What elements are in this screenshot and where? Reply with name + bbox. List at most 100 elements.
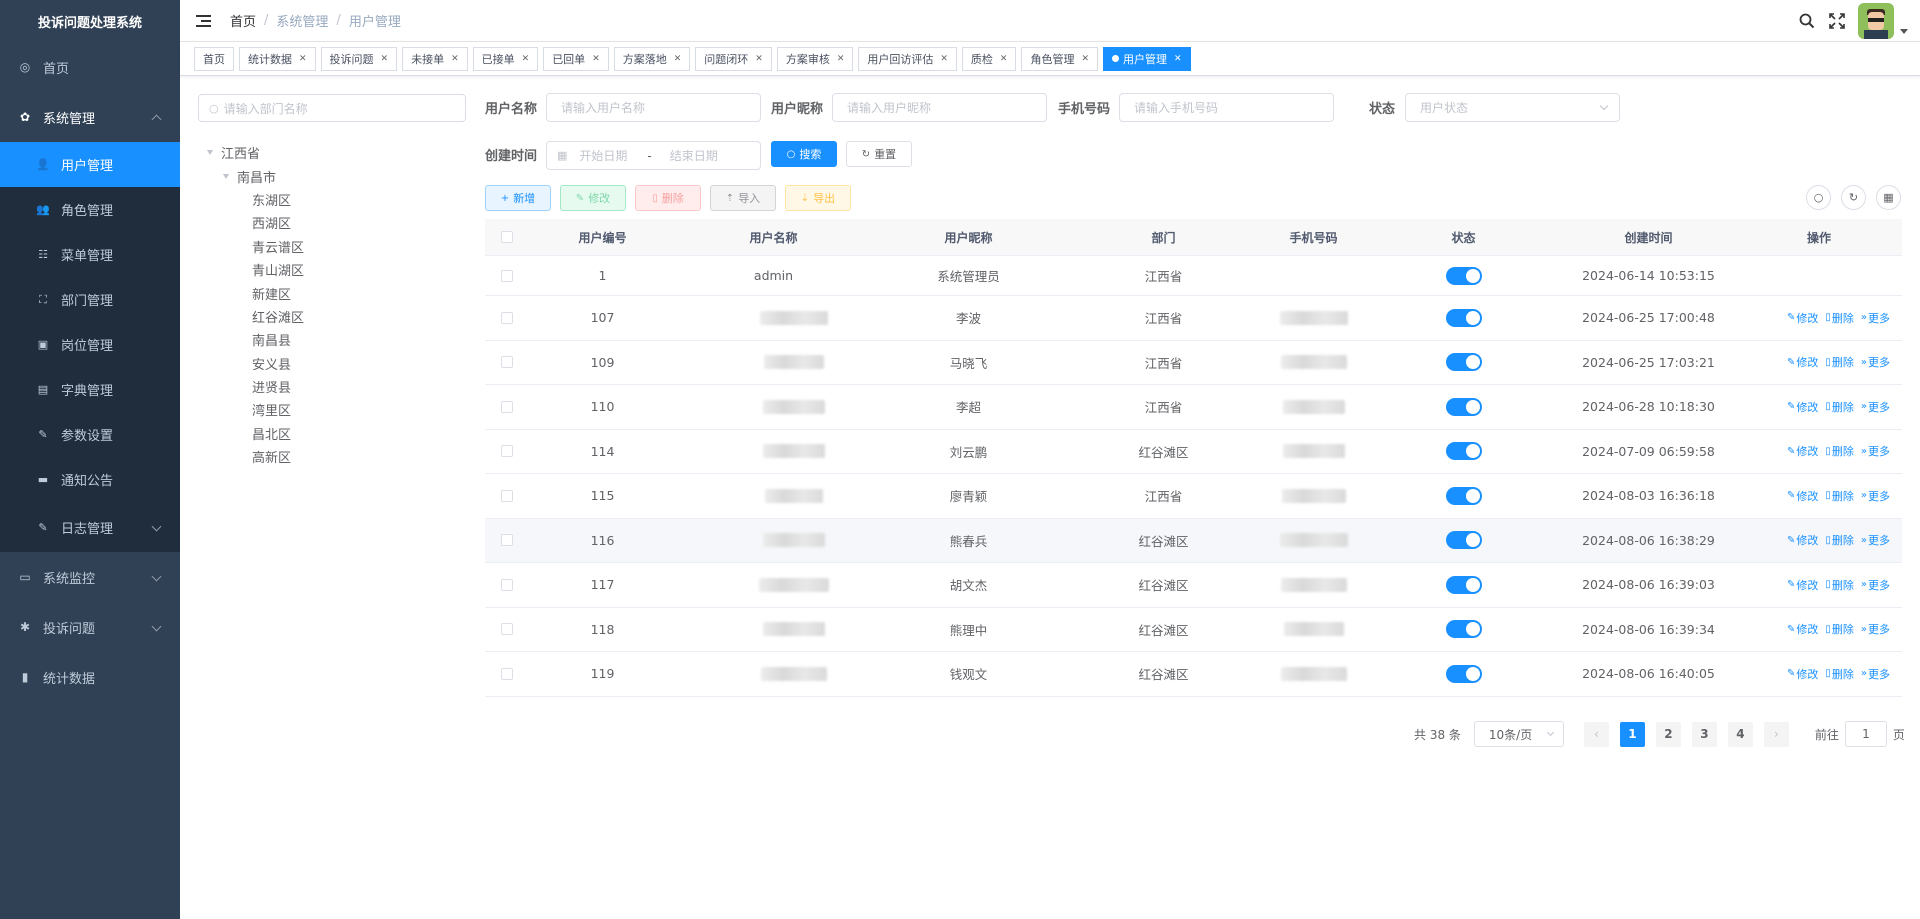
close-icon[interactable]: ✕ <box>381 54 389 64</box>
row-more-link[interactable]: » 更多 <box>1861 621 1890 637</box>
hamburger-icon[interactable] <box>196 14 211 27</box>
status-toggle[interactable] <box>1445 397 1482 416</box>
tab-2[interactable]: 投诉问题 ✕ <box>320 46 398 71</box>
checkbox-box[interactable] <box>501 578 513 591</box>
close-icon[interactable]: ✕ <box>837 54 845 64</box>
table-row[interactable]: 116 熊春兵 红谷滩区 2024-08-06 16:38:29 ✎ 修改 ▯ 删除 » 更多 <box>485 518 1902 563</box>
row-delete-link[interactable]: ▯ 删除 <box>1825 354 1854 370</box>
close-icon[interactable]: ✕ <box>1000 54 1008 64</box>
sidebar-item-1[interactable]: 👥 角色管理 <box>0 187 180 232</box>
tab-7[interactable]: 问题闭环 ✕ <box>695 46 772 71</box>
username-input[interactable]: 请输入用户名称 <box>546 93 761 122</box>
tab-0[interactable]: 首页 <box>194 46 234 71</box>
row-more-link[interactable]: » 更多 <box>1861 354 1890 370</box>
sidebar-item-8[interactable]: ✎ 日志管理 <box>0 502 180 552</box>
sidebar-item-0[interactable]: 👤 用户管理 <box>0 142 180 187</box>
row-edit-link[interactable]: ✎ 修改 <box>1787 310 1818 326</box>
close-icon[interactable]: ✕ <box>755 54 763 64</box>
table-row[interactable]: 107 李波 江西省 2024-06-25 17:00:48 ✎ 修改 ▯ 删除 » 更多 <box>485 296 1902 341</box>
import-button[interactable]: ⇡ 导入 <box>710 185 776 211</box>
table-row[interactable]: 115 廖青颖 江西省 2024-08-03 16:36:18 ✎ 修改 ▯ 删除 » 更多 <box>485 474 1902 519</box>
page-button[interactable]: 1 <box>1619 721 1645 747</box>
goto-input[interactable]: 1 <box>1844 721 1887 747</box>
checkbox-box[interactable] <box>501 269 513 282</box>
table-row[interactable]: 119 钱观文 红谷滩区 2024-08-06 16:40:05 ✎ 修改 ▯ 删除 » 更多 <box>485 652 1902 697</box>
edit-button[interactable]: ✎ 修改 <box>560 185 626 211</box>
table-row[interactable]: 114 刘云鹏 红谷滩区 2024-07-09 06:59:58 ✎ 修改 ▯ 删除 » 更多 <box>485 430 1902 474</box>
tree-node-district[interactable]: 昌北区 <box>204 422 304 445</box>
status-toggle[interactable] <box>1445 486 1482 505</box>
row-more-link[interactable]: » 更多 <box>1861 399 1890 415</box>
tree-node-root[interactable]: 江西省 <box>204 141 304 164</box>
status-toggle[interactable] <box>1445 664 1482 683</box>
add-button[interactable]: + 新增 <box>485 185 551 211</box>
row-edit-link[interactable]: ✎ 修改 <box>1787 621 1818 637</box>
start-date-placeholder[interactable]: 开始日期 <box>579 147 627 164</box>
reset-button[interactable]: ↻ 重置 <box>846 141 912 167</box>
row-more-link[interactable]: » 更多 <box>1861 532 1890 548</box>
tree-node-district[interactable]: 进贤县 <box>204 375 304 398</box>
close-icon[interactable]: ✕ <box>674 54 682 64</box>
sidebar-group-monitor[interactable]: ▭ 系统监控 <box>0 552 180 602</box>
page-button[interactable]: 4 <box>1727 721 1753 747</box>
search-button[interactable]: ○ 搜索 <box>771 141 837 167</box>
avatar[interactable] <box>1858 3 1894 39</box>
close-icon[interactable]: ✕ <box>299 54 307 64</box>
page-button[interactable]: 2 <box>1655 721 1681 747</box>
row-edit-link[interactable]: ✎ 修改 <box>1787 488 1818 504</box>
row-more-link[interactable]: » 更多 <box>1861 443 1890 459</box>
caret-down-icon[interactable] <box>207 150 213 156</box>
tree-node-district[interactable]: 东湖区 <box>204 188 304 211</box>
caret-down-icon[interactable] <box>1900 28 1908 34</box>
status-toggle[interactable] <box>1445 266 1482 285</box>
row-checkbox[interactable] <box>485 400 529 413</box>
row-edit-link[interactable]: ✎ 修改 <box>1787 666 1818 682</box>
dept-search-input[interactable]: ○ 请输入部门名称 <box>198 94 466 122</box>
table-row[interactable]: 118 熊理中 红谷滩区 2024-08-06 16:39:34 ✎ 修改 ▯ 删除 » 更多 <box>485 608 1902 652</box>
row-more-link[interactable]: » 更多 <box>1861 310 1890 326</box>
row-edit-link[interactable]: ✎ 修改 <box>1787 399 1818 415</box>
caret-down-icon[interactable] <box>223 173 229 179</box>
row-checkbox[interactable] <box>485 489 529 502</box>
end-date-placeholder[interactable]: 结束日期 <box>670 147 718 164</box>
prev-page-icon[interactable]: ‹ <box>1583 721 1609 747</box>
tree-node-district[interactable]: 红谷滩区 <box>204 305 304 328</box>
status-toggle[interactable] <box>1445 575 1482 594</box>
sidebar-group-system[interactable]: ✿ 系统管理 <box>0 92 180 142</box>
tab-6[interactable]: 方案落地 ✕ <box>613 46 691 71</box>
row-delete-link[interactable]: ▯ 删除 <box>1825 443 1854 459</box>
row-edit-link[interactable]: ✎ 修改 <box>1787 577 1818 593</box>
sidebar-item-stats[interactable]: ▮ 统计数据 <box>0 652 180 702</box>
tab-11[interactable]: 角色管理 ✕ <box>1021 46 1099 71</box>
row-edit-link[interactable]: ✎ 修改 <box>1787 532 1818 548</box>
page-button[interactable]: 3 <box>1691 721 1717 747</box>
close-icon[interactable]: ✕ <box>522 54 530 64</box>
table-row[interactable]: 1 admin 系统管理员 江西省 2024-06-14 10:53:15 <box>485 256 1902 296</box>
tab-10[interactable]: 质检 ✕ <box>961 46 1017 71</box>
row-delete-link[interactable]: ▯ 删除 <box>1825 310 1854 326</box>
sidebar-item-6[interactable]: ✎ 参数设置 <box>0 412 180 457</box>
row-more-link[interactable]: » 更多 <box>1861 577 1890 593</box>
tab-4[interactable]: 已接单 ✕ <box>472 46 539 71</box>
sidebar-item-home[interactable]: ◎ 首页 <box>0 42 180 92</box>
tab-8[interactable]: 方案审核 ✕ <box>776 46 854 71</box>
row-delete-link[interactable]: ▯ 删除 <box>1825 621 1854 637</box>
sidebar-item-4[interactable]: ▣ 岗位管理 <box>0 322 180 367</box>
tab-5[interactable]: 已回单 ✕ <box>543 46 609 71</box>
nickname-input[interactable]: 请输入用户昵称 <box>832 93 1047 122</box>
row-delete-link[interactable]: ▯ 删除 <box>1825 666 1854 682</box>
checkbox-box[interactable] <box>501 311 513 324</box>
sidebar-item-5[interactable]: ▤ 字典管理 <box>0 367 180 412</box>
refresh-icon[interactable]: ↻ <box>1841 185 1866 210</box>
checkbox-box[interactable] <box>501 667 513 680</box>
sidebar-group-complaint[interactable]: ✱ 投诉问题 <box>0 602 180 652</box>
table-row[interactable]: 109 马晓飞 江西省 2024-06-25 17:03:21 ✎ 修改 ▯ 删除 » 更多 <box>485 341 1902 385</box>
close-icon[interactable]: ✕ <box>592 54 600 64</box>
row-checkbox[interactable] <box>485 623 529 636</box>
toggle-search-icon[interactable]: ○ <box>1806 185 1831 210</box>
status-toggle[interactable] <box>1445 353 1482 372</box>
checkbox-box[interactable] <box>501 534 513 547</box>
row-delete-link[interactable]: ▯ 删除 <box>1825 532 1854 548</box>
tab-1[interactable]: 统计数据 ✕ <box>239 46 316 71</box>
table-row[interactable]: 117 胡文杰 红谷滩区 2024-08-06 16:39:03 ✎ 修改 ▯ 删除 » 更多 <box>485 563 1902 608</box>
